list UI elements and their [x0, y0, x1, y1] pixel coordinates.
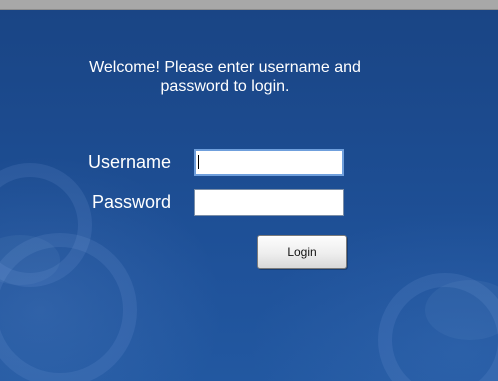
welcome-line-1: Welcome! Please enter username and	[89, 59, 361, 76]
welcome-message: Welcome! Please enter username and passw…	[40, 58, 410, 96]
login-panel: Welcome! Please enter username and passw…	[0, 10, 498, 381]
login-button[interactable]: Login	[257, 235, 347, 269]
username-input[interactable]	[194, 149, 344, 176]
welcome-line-2: password to login.	[160, 78, 290, 95]
password-label: Password	[92, 192, 172, 212]
text-cursor	[198, 155, 199, 169]
username-label: Username	[88, 152, 172, 172]
password-input[interactable]	[194, 189, 344, 216]
top-bar	[0, 0, 498, 10]
